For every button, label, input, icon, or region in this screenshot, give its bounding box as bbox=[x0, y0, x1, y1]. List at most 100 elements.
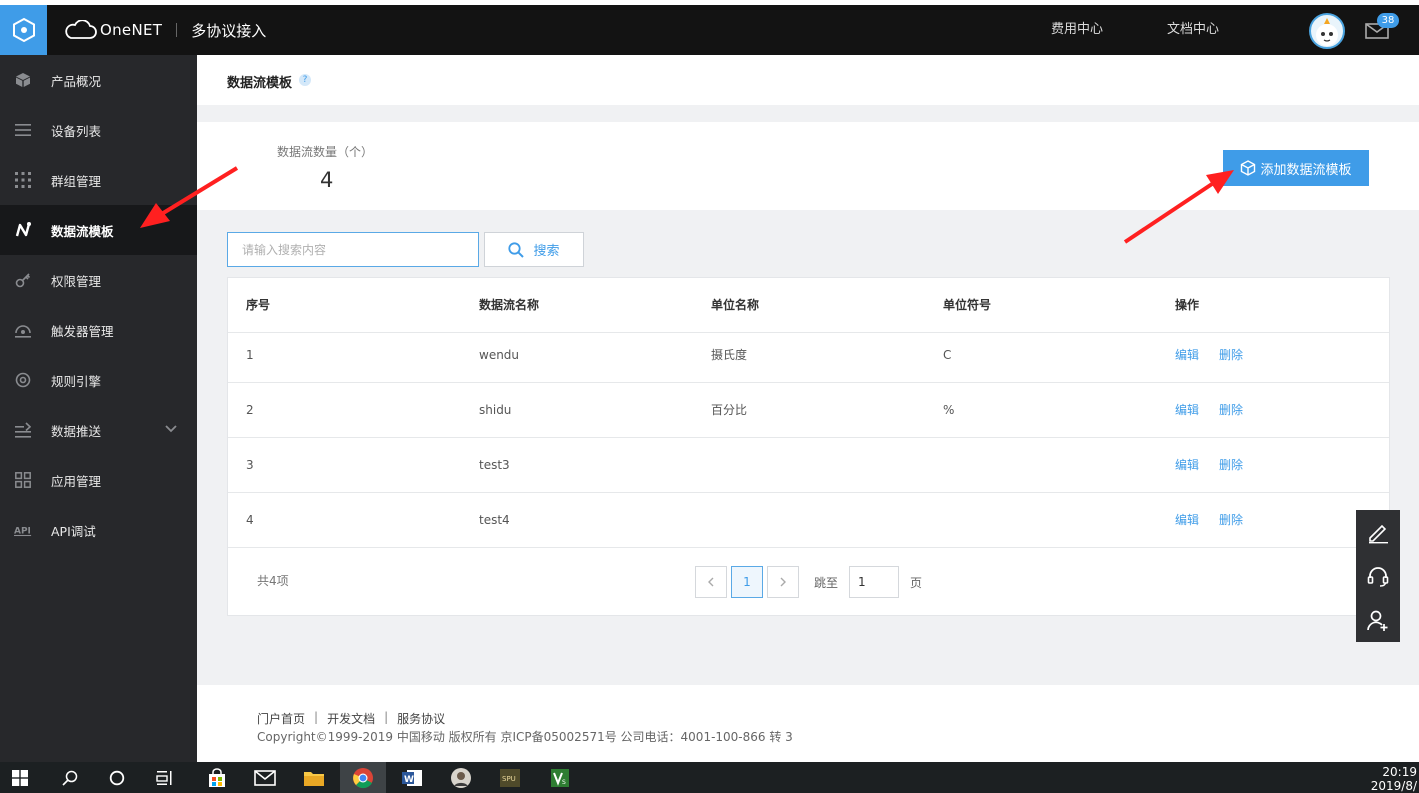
help-icon[interactable]: ? bbox=[299, 74, 311, 86]
user-avatar[interactable] bbox=[1309, 13, 1345, 49]
main-content: 数据流模板 ? 数据流数量（个） 4 添加数据流模板 搜索 序号 数据流名称 单… bbox=[197, 55, 1419, 762]
folder-icon bbox=[304, 771, 324, 786]
pagination-page-1[interactable]: 1 bbox=[731, 566, 763, 598]
search-icon bbox=[508, 241, 525, 258]
windows-logo-icon bbox=[12, 769, 28, 786]
billing-center-link[interactable]: 费用中心 bbox=[1051, 5, 1103, 55]
pagination-next-button[interactable] bbox=[767, 566, 799, 598]
delete-link[interactable]: 删除 bbox=[1219, 383, 1243, 437]
brand-divider bbox=[176, 23, 178, 37]
vs-app-icon: S bbox=[551, 768, 569, 787]
footer-link-portal-home[interactable]: 门户首页 bbox=[257, 710, 305, 727]
edit-link[interactable]: 编辑 bbox=[1175, 383, 1199, 437]
cortana-circle-icon bbox=[109, 770, 125, 785]
mail-count-badge: 38 bbox=[1377, 13, 1399, 28]
taskbar-store-app[interactable] bbox=[195, 762, 239, 793]
cube-icon bbox=[14, 71, 32, 89]
edit-link[interactable]: 编辑 bbox=[1175, 493, 1199, 547]
row-index: 4 bbox=[246, 513, 254, 527]
chevron-left-icon bbox=[708, 577, 714, 587]
top-bar: OneNET 多协议接入 费用中心 文档中心 38 bbox=[0, 5, 1419, 55]
clock-date: 2019/8/ bbox=[1370, 779, 1417, 793]
jump-page-input[interactable] bbox=[849, 566, 899, 598]
stats-panel: 数据流数量（个） 4 添加数据流模板 bbox=[197, 122, 1419, 210]
datastream-table: 序号 数据流名称 单位名称 单位符号 操作 1 wendu 摄氏度 C 编辑 删… bbox=[227, 277, 1390, 616]
sidebar-item-label: 触发器管理 bbox=[51, 323, 114, 339]
spu-app-icon: SPU bbox=[500, 768, 520, 787]
chevron-right-icon bbox=[780, 577, 786, 587]
envelope-icon bbox=[254, 769, 276, 786]
edit-link[interactable]: 编辑 bbox=[1175, 438, 1199, 492]
profile-photo-icon bbox=[451, 767, 471, 788]
edit-link[interactable]: 编辑 bbox=[1175, 328, 1199, 382]
taskbar-explorer-app[interactable] bbox=[292, 762, 336, 793]
svg-text:S: S bbox=[562, 779, 566, 786]
datastream-count-label: 数据流数量（个） bbox=[277, 145, 374, 159]
feedback-button[interactable] bbox=[1356, 510, 1400, 554]
page-suffix-label: 页 bbox=[910, 576, 923, 590]
avatar-image-icon bbox=[1316, 18, 1338, 46]
chrome-icon bbox=[353, 767, 373, 788]
footer-links: 门户首页 | 开发文档 | 服务协议 bbox=[257, 710, 445, 727]
row-datastream-name: test4 bbox=[479, 513, 510, 527]
chevron-down-icon[interactable] bbox=[165, 424, 177, 434]
taskbar-spu-app[interactable]: SPU bbox=[487, 762, 533, 793]
taskbar-user-photo-app[interactable] bbox=[438, 762, 484, 793]
jump-to-label: 跳至 bbox=[814, 576, 839, 590]
sidebar-item-trigger-management[interactable]: 触发器管理 bbox=[0, 305, 197, 355]
docs-center-link[interactable]: 文档中心 bbox=[1167, 5, 1219, 55]
svg-text:W: W bbox=[404, 775, 414, 785]
table-row: 3 test3 编辑 删除 bbox=[228, 438, 1389, 493]
row-unit-symbol: C bbox=[943, 348, 952, 362]
pagination-prev-button[interactable] bbox=[695, 566, 727, 598]
product-name: 多协议接入 bbox=[191, 21, 267, 40]
sidebar-item-group-management[interactable]: 群组管理 bbox=[0, 155, 197, 205]
search-button[interactable]: 搜索 bbox=[484, 232, 584, 267]
cube-outline-icon bbox=[1241, 160, 1256, 176]
brand-name: OneNET bbox=[100, 21, 163, 39]
add-user-button[interactable] bbox=[1356, 598, 1400, 642]
delete-link[interactable]: 删除 bbox=[1219, 328, 1243, 382]
sidebar-item-label: API调试 bbox=[51, 523, 96, 539]
customer-service-button[interactable] bbox=[1356, 554, 1400, 598]
footer-link-service-agreement[interactable]: 服务协议 bbox=[397, 710, 445, 727]
taskbar-search-button[interactable] bbox=[50, 762, 90, 793]
delete-link[interactable]: 删除 bbox=[1219, 438, 1243, 492]
sidebar-item-label: 产品概况 bbox=[51, 73, 102, 89]
column-header-actions: 操作 bbox=[1175, 298, 1200, 312]
add-datastream-template-button[interactable]: 添加数据流模板 bbox=[1223, 150, 1369, 186]
task-view-button[interactable] bbox=[145, 762, 185, 793]
search-icon bbox=[62, 770, 78, 786]
taskbar-vs-app[interactable]: S bbox=[537, 762, 583, 793]
sidebar-item-permission-management[interactable]: 权限管理 bbox=[0, 255, 197, 305]
row-unit-symbol: % bbox=[943, 403, 955, 417]
list-icon bbox=[14, 121, 32, 139]
hexagon-logo-icon bbox=[12, 17, 35, 43]
column-header-name: 数据流名称 bbox=[479, 298, 540, 312]
home-logo-button[interactable] bbox=[0, 5, 47, 55]
sidebar-item-app-management[interactable]: 应用管理 bbox=[0, 455, 197, 505]
brand[interactable]: OneNET 多协议接入 bbox=[63, 5, 266, 55]
sidebar-item-rule-engine[interactable]: 规则引擎 bbox=[0, 355, 197, 405]
delete-link[interactable]: 删除 bbox=[1219, 493, 1243, 547]
taskbar-clock[interactable]: 20:19 2019/8/ bbox=[1370, 765, 1417, 793]
taskbar-mail-app[interactable] bbox=[243, 762, 287, 793]
floating-toolbar bbox=[1356, 510, 1400, 642]
start-button[interactable] bbox=[0, 762, 40, 793]
footer-divider: | bbox=[314, 710, 319, 724]
sidebar-item-label: 数据推送 bbox=[51, 423, 102, 439]
task-view-icon bbox=[156, 770, 172, 785]
row-datastream-name: shidu bbox=[479, 403, 512, 417]
sidebar-item-product-overview[interactable]: 产品概况 bbox=[0, 55, 197, 105]
sidebar-item-device-list[interactable]: 设备列表 bbox=[0, 105, 197, 155]
taskbar-word-app[interactable]: W bbox=[389, 762, 435, 793]
search-button-label: 搜索 bbox=[533, 244, 560, 259]
sidebar-item-api-debug[interactable]: API API调试 bbox=[0, 505, 197, 555]
footer-link-dev-docs[interactable]: 开发文档 bbox=[327, 710, 375, 727]
taskbar-chrome-app[interactable] bbox=[340, 762, 386, 793]
column-header-unit-name: 单位名称 bbox=[711, 298, 760, 312]
sidebar-item-data-push[interactable]: 数据推送 bbox=[0, 405, 197, 455]
search-input[interactable] bbox=[227, 232, 479, 267]
sidebar-item-datastream-template[interactable]: 数据流模板 bbox=[0, 205, 197, 255]
cortana-button[interactable] bbox=[97, 762, 137, 793]
